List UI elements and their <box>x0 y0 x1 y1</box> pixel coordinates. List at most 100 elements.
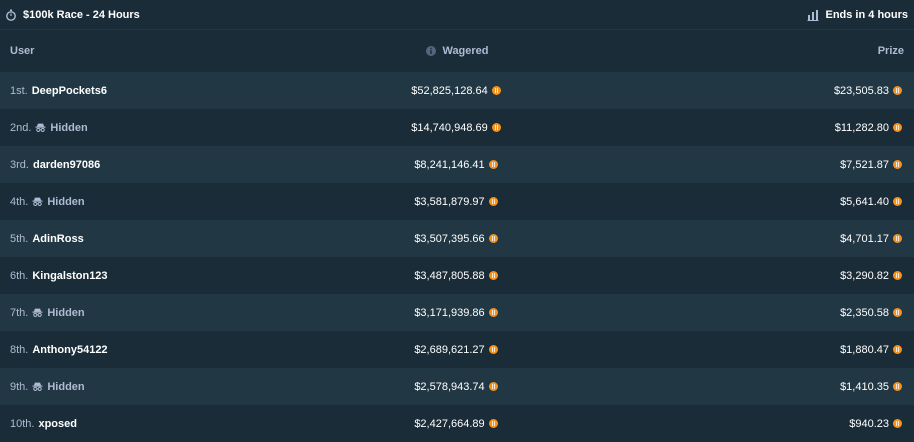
row-rank: 7th. <box>10 306 29 319</box>
incognito-icon <box>35 122 46 133</box>
chart-icon <box>807 9 819 21</box>
row-wagered-cell: $2,427,664.89 <box>310 418 602 430</box>
row-rank: 2nd. <box>10 121 32 134</box>
race-header: $100k Race - 24 Hours Ends in 4 hours <box>0 0 914 30</box>
leaderboard-panel: $100k Race - 24 Hours Ends in 4 hours Us… <box>0 0 914 442</box>
row-prize-cell: $2,350.58 <box>602 307 902 319</box>
table-row: 10th. xposed $2,427,664.89 $940.23 <box>0 405 914 442</box>
table-row: 3rd. darden97086 $8,241,146.41 $7,521.87 <box>0 146 914 183</box>
row-prize-amount: $7,521.87 <box>840 158 889 171</box>
row-wagered-amount: $8,241,146.41 <box>414 158 485 171</box>
row-rank: 4th. <box>10 195 29 208</box>
row-username: Hidden <box>47 380 85 393</box>
row-wagered-amount: $3,171,939.86 <box>414 306 485 319</box>
bitcoin-coin-icon <box>488 308 498 317</box>
bitcoin-coin-icon <box>488 234 498 243</box>
bitcoin-coin-icon <box>488 345 498 354</box>
row-wagered-amount: $2,578,943.74 <box>414 380 485 393</box>
bitcoin-coin-icon <box>893 271 902 280</box>
row-prize-cell: $11,282.80 <box>602 122 902 134</box>
bitcoin-coin-icon <box>893 345 902 354</box>
row-user-cell: 3rd. darden97086 <box>10 159 310 171</box>
row-rank: 5th. <box>10 232 29 245</box>
race-title-group: $100k Race - 24 Hours <box>5 9 140 21</box>
row-wagered-amount: $3,507,395.66 <box>414 232 485 245</box>
row-rank: 10th. <box>10 417 35 430</box>
row-prize-cell: $940.23 <box>602 418 902 430</box>
table-row: 5th. AdinRoss $3,507,395.66 $4,701.17 <box>0 220 914 257</box>
incognito-icon <box>32 307 43 318</box>
row-wagered-cell: $8,241,146.41 <box>310 159 602 171</box>
bitcoin-coin-icon <box>893 382 902 391</box>
bitcoin-coin-icon <box>491 86 501 95</box>
row-username[interactable]: xposed <box>38 418 77 430</box>
bitcoin-coin-icon <box>893 234 902 243</box>
row-prize-amount: $1,880.47 <box>840 343 889 356</box>
row-prize-cell: $7,521.87 <box>602 159 902 171</box>
row-prize-cell: $3,290.82 <box>602 270 902 282</box>
row-prize-cell: $1,880.47 <box>602 344 902 356</box>
bitcoin-coin-icon <box>488 160 498 169</box>
row-user-cell: 5th. AdinRoss <box>10 233 310 245</box>
row-prize-amount: $3,290.82 <box>840 269 889 282</box>
table-row: 9th. Hidden $2,578,943.74 $1,410.35 <box>0 368 914 405</box>
row-user-cell: 6th. Kingalston123 <box>10 270 310 282</box>
row-wagered-amount: $3,487,805.88 <box>414 269 485 282</box>
row-rank: 8th. <box>10 343 29 356</box>
row-wagered-amount: $2,689,621.27 <box>414 343 485 356</box>
row-prize-cell: $23,505.83 <box>602 85 902 97</box>
row-prize-amount: $2,350.58 <box>840 306 889 319</box>
row-username[interactable]: Anthony54122 <box>32 344 107 356</box>
row-user-cell: 10th. xposed <box>10 418 310 430</box>
column-header-prize: Prize <box>877 45 904 57</box>
race-ends-group: Ends in 4 hours <box>807 9 908 21</box>
bitcoin-coin-icon <box>893 197 902 206</box>
info-icon[interactable] <box>425 45 437 57</box>
table-row: 1st. DeepPockets6 $52,825,128.64 $23,505.83 <box>0 72 914 109</box>
row-wagered-amount: $2,427,664.89 <box>414 417 485 430</box>
bitcoin-coin-icon <box>488 382 498 391</box>
bitcoin-coin-icon <box>893 123 902 132</box>
row-wagered-cell: $3,507,395.66 <box>310 233 602 245</box>
row-wagered-amount: $3,581,879.97 <box>414 195 485 208</box>
incognito-icon <box>32 196 43 207</box>
row-rank: 3rd. <box>10 158 29 171</box>
row-username: Hidden <box>50 121 88 134</box>
table-row: 4th. Hidden $3,581,879.97 $5,641.40 <box>0 183 914 220</box>
row-prize-cell: $1,410.35 <box>602 381 902 393</box>
bitcoin-coin-icon <box>488 419 498 428</box>
row-user-cell: 7th. Hidden <box>10 307 310 319</box>
row-prize-amount: $1,410.35 <box>840 380 889 393</box>
incognito-icon <box>32 381 43 392</box>
row-wagered-cell: $3,487,805.88 <box>310 270 602 282</box>
bitcoin-coin-icon <box>491 123 501 132</box>
bitcoin-coin-icon <box>488 197 498 206</box>
race-title: $100k Race - 24 Hours <box>23 8 140 21</box>
bitcoin-coin-icon <box>893 419 902 428</box>
table-row: 8th. Anthony54122 $2,689,621.27 $1,880.47 <box>0 331 914 368</box>
stopwatch-icon <box>5 9 17 21</box>
race-ends-label: Ends in 4 hours <box>825 8 908 21</box>
row-user-cell: 2nd. Hidden <box>10 122 310 134</box>
row-prize-amount: $23,505.83 <box>833 84 889 97</box>
row-rank: 1st. <box>10 84 28 97</box>
row-username[interactable]: darden97086 <box>33 159 100 171</box>
row-username[interactable]: Kingalston123 <box>32 270 107 282</box>
row-username[interactable]: DeepPockets6 <box>32 85 107 97</box>
leaderboard-rows: 1st. DeepPockets6 $52,825,128.64 $23,505.83… <box>0 72 914 442</box>
column-header-wagered-label: Wagered <box>442 45 489 57</box>
row-user-cell: 9th. Hidden <box>10 381 310 393</box>
table-row: 2nd. Hidden $14,740,948.69 $11,282.80 <box>0 109 914 146</box>
row-wagered-cell: $52,825,128.64 <box>310 85 602 97</box>
row-prize-cell: $5,641.40 <box>602 196 902 208</box>
table-row: 6th. Kingalston123 $3,487,805.88 $3,290.82 <box>0 257 914 294</box>
row-prize-amount: $940.23 <box>849 417 889 430</box>
row-wagered-cell: $3,171,939.86 <box>310 307 602 319</box>
row-rank: 6th. <box>10 269 29 282</box>
row-user-cell: 1st. DeepPockets6 <box>10 85 310 97</box>
row-username[interactable]: AdinRoss <box>32 233 83 245</box>
row-user-cell: 4th. Hidden <box>10 196 310 208</box>
row-wagered-amount: $14,740,948.69 <box>411 121 488 134</box>
row-wagered-amount: $52,825,128.64 <box>411 84 488 97</box>
row-prize-amount: $4,701.17 <box>840 232 889 245</box>
